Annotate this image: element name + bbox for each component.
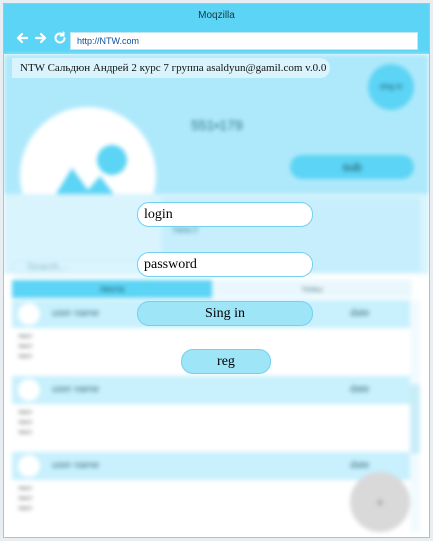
title-bar: Moqzilla http://NTW.com	[4, 4, 429, 54]
password-input[interactable]	[137, 252, 313, 277]
login-input[interactable]	[137, 202, 313, 227]
back-arrow-icon[interactable]	[15, 31, 29, 45]
login-overlay: NTW Сальдюн Андрей 2 курс 7 группа asald…	[4, 54, 429, 537]
signin-button[interactable]: Sing in	[137, 301, 313, 326]
browser-window: Moqzilla http://NTW.com sing in 551•179 …	[3, 3, 430, 538]
address-bar[interactable]: http://NTW.com	[70, 32, 418, 50]
reload-icon[interactable]	[53, 31, 67, 45]
register-button[interactable]: reg	[181, 349, 271, 374]
page-content: sing in 551•179 sub текст Search... лент…	[4, 54, 429, 537]
app-info-strip: NTW Сальдюн Андрей 2 курс 7 группа asald…	[12, 58, 330, 78]
forward-arrow-icon[interactable]	[34, 31, 48, 45]
window-title: Moqzilla	[198, 10, 235, 21]
